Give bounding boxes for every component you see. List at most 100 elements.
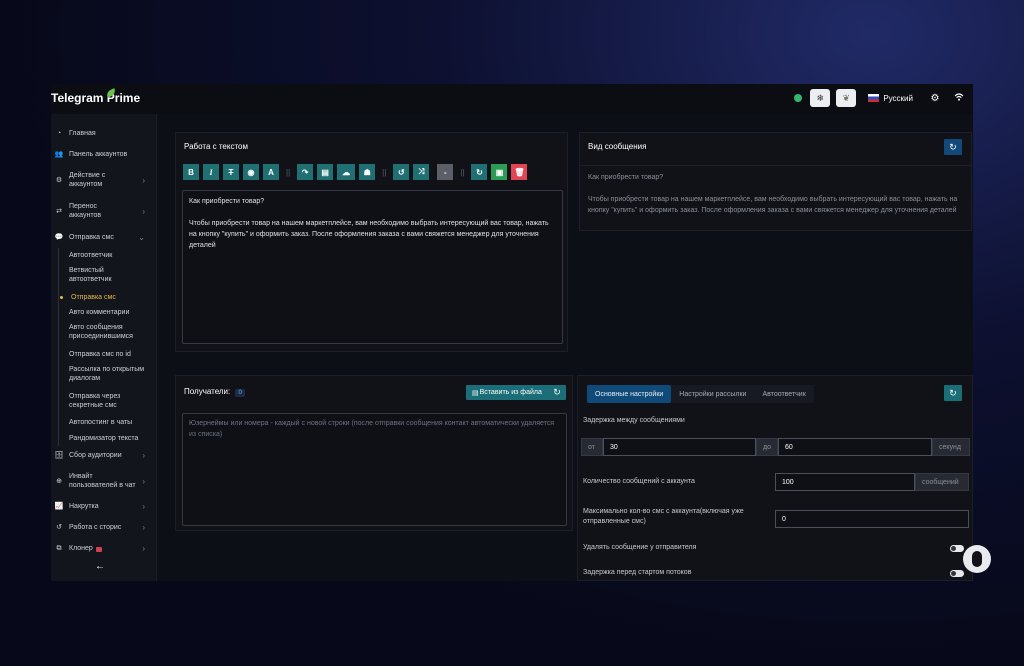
submenu-item-sms-by-id[interactable]: Отправка смс по id <box>69 350 155 359</box>
seconds-addon: секунд <box>932 438 970 456</box>
save-button[interactable]: ▣ <box>491 164 508 180</box>
toolbar-separator: || <box>460 167 465 177</box>
max-sms-input[interactable]: 0 <box>775 510 969 528</box>
preview-line-3: кнопку "купить" и оформить заказ. После … <box>588 207 957 214</box>
start-delay-toggle[interactable] <box>950 570 964 577</box>
file-icon: ▤ <box>321 167 329 177</box>
start-delay-label: Задержка перед стартом потоков <box>583 569 692 576</box>
sidebar-item-label: Действие с аккаунтом <box>69 172 106 188</box>
chevron-right-icon: › <box>142 476 145 486</box>
sidebar-item-boost[interactable]: 📈 Накрутка › <box>51 502 157 511</box>
user-button[interactable]: ☗ <box>359 164 376 180</box>
lock-icon <box>95 547 102 552</box>
wifi-icon[interactable] <box>951 92 967 104</box>
collapse-sidebar-icon[interactable]: ← <box>95 561 105 572</box>
max-sms-label: Максимально кол-во смс с аккаунта(включа… <box>583 508 744 525</box>
russia-flag-icon <box>868 94 880 102</box>
sidebar-item-label: Сбор аудитории <box>69 452 122 459</box>
submenu-item-open-dialogs-mailing[interactable]: Рассылка по открытым диалогам <box>69 365 147 383</box>
transfer-icon: ⇄ <box>56 207 62 215</box>
settings-refresh-button[interactable]: ↻ <box>944 385 962 401</box>
font-button[interactable]: A <box>263 164 279 180</box>
delay-from-input[interactable]: 30 <box>603 438 756 456</box>
gear-icon[interactable]: ⚙ <box>927 93 943 104</box>
submenu-item-send-sms[interactable]: Отправка смс <box>71 293 157 302</box>
recipients-refresh-button[interactable]: ↻ <box>548 385 566 400</box>
language-selector[interactable]: Русский <box>862 89 919 107</box>
submenu-item-autoposting[interactable]: Автопостинг в чаты <box>69 418 155 427</box>
submenu-item-auto-messages-joined[interactable]: Авто сообщения присоединившимся <box>69 323 149 341</box>
submenu-item-auto-comments[interactable]: Авто комментарии <box>69 308 155 317</box>
sidebar-item-label: Работа с сторис <box>69 524 122 531</box>
to-addon: до <box>756 438 778 456</box>
preview-line-2: Чтобы приобрести товар на нашем маркетпл… <box>588 196 958 203</box>
forward-button[interactable]: ↷ <box>297 164 314 180</box>
sidebar-item-cloner[interactable]: ⧉ Клонер › <box>51 544 157 553</box>
minus-button[interactable]: - <box>437 164 454 180</box>
sidebar-item-stories[interactable]: ↺ Работа с сторис › <box>51 523 157 532</box>
message-editor[interactable]: Как приобрести товар? Чтобы приобрести т… <box>182 190 563 344</box>
paste-from-file-label: Вставить из файла <box>479 389 542 396</box>
invite-icon: ⊕ <box>56 477 62 485</box>
chevron-right-icon: › <box>142 523 145 532</box>
spoiler-button[interactable]: ◉ <box>243 164 259 180</box>
trash-icon: 🗑 <box>514 167 525 177</box>
cloud-button[interactable]: ☁ <box>337 164 356 180</box>
refresh-icon: ↻ <box>476 167 483 177</box>
italic-button[interactable]: I <box>203 164 219 180</box>
preview-title: Вид сообщения <box>588 142 647 151</box>
tab-autoresponder[interactable]: Автоответчик <box>754 385 813 403</box>
sidebar-item-label: Панель аккаунтов <box>69 151 128 158</box>
refresh-icon: ↻ <box>553 387 561 397</box>
from-addon: от <box>581 438 603 456</box>
preview-line-1: Как приобрести товар? <box>588 174 664 181</box>
delete-sender-toggle[interactable] <box>950 545 964 552</box>
clone-icon: ⧉ <box>56 545 62 552</box>
gauge-icon: ◔ <box>56 130 62 137</box>
sidebar-item-account-actions[interactable]: ⚙ Действие с аккаунтом › <box>51 171 157 189</box>
user-icon: ☗ <box>363 167 371 177</box>
sidebar-item-invite[interactable]: ⊕ Инвайт пользователей в чат › <box>51 472 157 490</box>
app-window: Telegram Prime ❄ ❦ Русский ⚙ ◔ Главная 👥… <box>51 84 973 581</box>
sidebar-item-audience[interactable]: 🗄 Сбор аудитории › <box>51 451 157 460</box>
chevron-right-icon: › <box>142 502 145 511</box>
strikethrough-button[interactable]: T <box>223 164 239 180</box>
sidebar-item-accounts[interactable]: 👥 Панель аккаунтов <box>51 150 157 159</box>
app-title: Telegram Prime <box>51 91 141 105</box>
refresh-icon: ↻ <box>949 387 957 398</box>
app-logo[interactable]: Telegram Prime <box>51 88 141 105</box>
snowflake-icon: ❄ <box>816 92 825 103</box>
refresh-button[interactable]: ↻ <box>471 164 488 180</box>
submenu-item-autoresponder[interactable]: Автоответчик <box>69 251 155 260</box>
undo-button[interactable]: ↺ <box>393 164 410 180</box>
file-button[interactable]: ▤ <box>317 164 334 180</box>
leaf-button[interactable]: ❦ <box>836 89 857 107</box>
toolbar-separator: || <box>382 167 387 177</box>
sidebar-item-home[interactable]: ◔ Главная <box>51 129 157 138</box>
per-account-label: Количество сообщений с аккаунта <box>583 478 695 485</box>
bold-button[interactable]: B <box>183 164 199 180</box>
snowflake-button[interactable]: ❄ <box>810 89 831 107</box>
paste-from-file-button[interactable]: ▤ Вставить из файла <box>466 385 552 400</box>
delete-button[interactable]: 🗑 <box>511 164 528 180</box>
submenu-item-text-randomizer[interactable]: Рандомизатор текста <box>69 434 155 443</box>
delay-to-input[interactable]: 60 <box>778 438 932 456</box>
sidebar-item-transfer[interactable]: ⇄ Перенос аккаунтов › <box>51 202 157 220</box>
submenu-item-branching-autoresponder[interactable]: Ветвистый автоответчик <box>69 266 129 284</box>
chevron-right-icon: › <box>142 206 145 216</box>
tab-main-settings[interactable]: Основные настройки <box>587 385 672 403</box>
settings-tabs: Основные настройки Настройки рассылки Ав… <box>587 385 814 403</box>
per-account-input[interactable]: 100 <box>775 473 915 491</box>
sidebar-item-send-sms[interactable]: 💬 Отправка смс ⌄ <box>51 233 157 242</box>
submenu-item-secret-sms[interactable]: Отправка через секретные смс <box>69 392 135 410</box>
preview-refresh-button[interactable]: ↻ <box>944 139 962 155</box>
editor-toolbar: B I T ◉ A || ↷ ▤ ☁ ☗ || ↺ ⤨ - || ↻ ▣ 🗑 <box>183 164 528 180</box>
sidebar-item-label: Клонер <box>69 545 93 552</box>
recipients-input[interactable]: Юзернеймы или номера - каждый с новой ст… <box>182 413 567 526</box>
support-chat-button[interactable] <box>963 545 991 573</box>
tab-mailing-settings[interactable]: Настройки рассылки <box>671 385 754 403</box>
shuffle-button[interactable]: ⤨ <box>413 164 430 180</box>
chevron-right-icon: › <box>142 451 145 460</box>
active-indicator <box>60 296 63 299</box>
save-icon: ▣ <box>495 167 504 177</box>
